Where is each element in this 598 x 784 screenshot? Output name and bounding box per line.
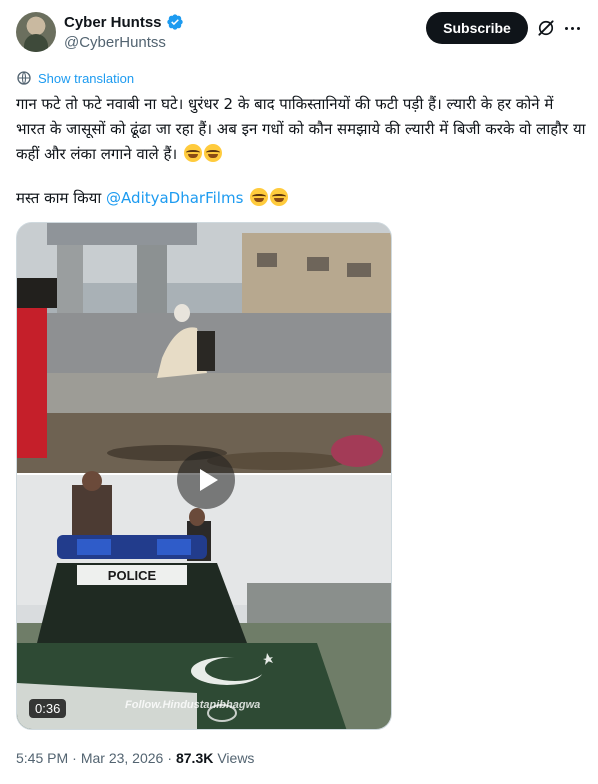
police-sign: POLICE xyxy=(108,568,157,583)
subscribe-button[interactable]: Subscribe xyxy=(426,12,528,44)
avatar[interactable] xyxy=(16,12,56,52)
play-icon[interactable] xyxy=(177,451,235,509)
views-label[interactable]: Views xyxy=(217,750,254,766)
laughing-emoji-icon xyxy=(250,188,269,206)
video-watermark: Follow.Hindustanibhagwa xyxy=(125,699,261,711)
grok-icon[interactable] xyxy=(536,18,556,38)
author-name-row[interactable]: Cyber Huntss xyxy=(64,13,184,31)
tweet-line2-text: मस्त काम किया xyxy=(16,189,102,207)
tweet-body: गान फटे तो फटे नवाबी ना घटे। धुरंधर 2 के… xyxy=(16,92,586,167)
tweet-meta: 5:45 PM · Mar 23, 2026 · 87.3K Views xyxy=(16,750,254,766)
show-translation-link[interactable]: Show translation xyxy=(16,70,134,86)
video-duration: 0:36 xyxy=(29,699,67,718)
post-time[interactable]: 5:45 PM xyxy=(16,750,68,766)
post-date[interactable]: Mar 23, 2026 xyxy=(81,750,164,766)
tweet-line-2: मस्त काम किया @AdityaDharFilms xyxy=(16,186,586,211)
laughing-emoji-icon xyxy=(203,144,222,162)
meta-separator: · xyxy=(72,750,77,766)
laughing-emoji-icon xyxy=(183,144,202,162)
views-count[interactable]: 87.3K xyxy=(176,750,213,766)
tweet-text: गान फटे तो फटे नवाबी ना घटे। धुरंधर 2 के… xyxy=(16,95,586,163)
laughing-emoji-icon xyxy=(270,188,289,206)
globe-icon xyxy=(17,71,31,85)
verified-badge-icon xyxy=(166,14,183,30)
mention-link[interactable]: @AdityaDharFilms xyxy=(106,189,243,207)
video-player[interactable]: POLICE 0:36 Follow.Hindustanibhagwa xyxy=(16,222,392,730)
meta-separator: · xyxy=(167,750,172,766)
show-translation-label[interactable]: Show translation xyxy=(38,71,134,86)
more-options-icon[interactable] xyxy=(562,18,582,38)
author-handle[interactable]: @CyberHuntss xyxy=(64,34,166,51)
author-name[interactable]: Cyber Huntss xyxy=(64,14,162,31)
